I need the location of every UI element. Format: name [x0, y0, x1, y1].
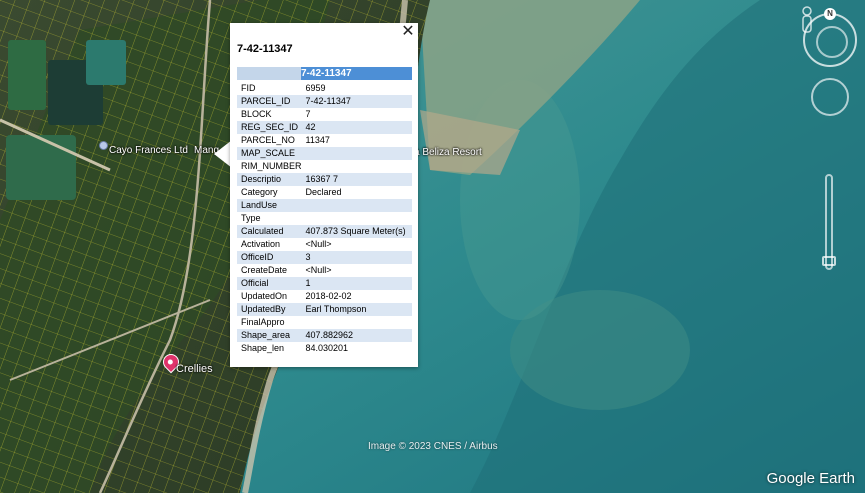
- attribute-value: [302, 316, 412, 329]
- attribute-value: [302, 199, 412, 212]
- place-label-cayo[interactable]: Cayo Frances Ltd: [109, 145, 188, 156]
- attribute-key: FinalAppro: [241, 317, 285, 327]
- table-row: PARCEL_ID 7-42-11347: [237, 95, 412, 108]
- north-indicator[interactable]: N: [824, 8, 836, 20]
- satellite-map[interactable]: Cayo Frances Ltd Mang a Beliza Resort Cr…: [0, 0, 865, 493]
- tilt-control-icon[interactable]: [811, 78, 849, 116]
- table-row: OfficeID 3: [237, 251, 412, 264]
- attribute-key: BLOCK: [241, 109, 272, 119]
- table-row: Descriptio 16367 7: [237, 173, 412, 186]
- table-row: FinalAppro: [237, 316, 412, 329]
- attribute-value: 3: [305, 252, 311, 262]
- attribute-value: [302, 212, 412, 225]
- place-marker-icon[interactable]: [99, 141, 108, 150]
- attribute-key: LandUse: [241, 200, 278, 210]
- attribute-value: <Null>: [305, 265, 332, 275]
- table-row: BLOCK 7: [237, 108, 412, 121]
- table-row: PARCEL_NO 11347: [237, 134, 412, 147]
- table-row: Type: [237, 212, 412, 225]
- table-row: REG_SEC_ID 42: [237, 121, 412, 134]
- attribute-value: Declared: [305, 187, 342, 197]
- attribute-value: 407.882962: [305, 330, 354, 340]
- satellite-imagery: [0, 0, 865, 493]
- navigation-controls: N: [800, 6, 860, 276]
- table-row: LandUse: [237, 199, 412, 212]
- attribute-key: Activation: [241, 239, 281, 249]
- place-label-beliza[interactable]: a Beliza Resort: [414, 147, 482, 158]
- compass-ring-inner: [816, 26, 848, 58]
- parcel-info-popup: 7-42-11347 ✕ 7-42-11347 FID 6959 PARCEL_ID…: [230, 23, 418, 367]
- table-row: CreateDate <Null>: [237, 264, 412, 277]
- attribute-value: 16367 7: [305, 174, 339, 184]
- attribute-key: UpdatedBy: [241, 304, 286, 314]
- attribute-value: 2018-02-02: [305, 291, 352, 301]
- attribute-key: REG_SEC_ID: [241, 122, 299, 132]
- table-row: RIM_NUMBER: [237, 160, 412, 173]
- attribute-value: Earl Thompson: [305, 304, 367, 314]
- attribute-key: Official: [241, 278, 269, 288]
- imagery-credit: Image © 2023 CNES / Airbus: [368, 441, 498, 452]
- attribute-table: FID 6959 PARCEL_ID 7-42-11347 BLOCK 7 REG_SEC_…: [237, 82, 412, 355]
- attribute-key: PARCEL_NO: [241, 135, 295, 145]
- attribute-value: [302, 147, 412, 160]
- attribute-key: CreateDate: [241, 265, 288, 275]
- table-row: Shape_len 84.030201: [237, 342, 412, 355]
- table-row: UpdatedOn 2018-02-02: [237, 290, 412, 303]
- table-row: FID 6959: [237, 82, 412, 95]
- attribute-key: PARCEL_ID: [241, 96, 291, 106]
- table-row: Category Declared: [237, 186, 412, 199]
- google-earth-logo: Google Earth: [766, 470, 855, 487]
- attribute-key: Type: [241, 213, 261, 223]
- table-row: Activation <Null>: [237, 238, 412, 251]
- attribute-value: <Null>: [305, 239, 332, 249]
- attribute-key: Calculated: [241, 226, 284, 236]
- attribute-key: FID: [241, 83, 256, 93]
- popup-title: 7-42-11347: [237, 43, 293, 55]
- attribute-key: UpdatedOn: [241, 291, 288, 301]
- zoom-slider-handle[interactable]: [822, 256, 836, 266]
- header-blank-cell: [237, 67, 301, 80]
- attribute-key: MAP_SCALE: [241, 148, 296, 158]
- street-view-pegman-icon[interactable]: [800, 6, 814, 34]
- table-row: UpdatedBy Earl Thompson: [237, 303, 412, 316]
- table-row: Shape_area 407.882962: [237, 329, 412, 342]
- attribute-key: Descriptio: [241, 174, 282, 184]
- attribute-key: Shape_len: [241, 343, 285, 353]
- table-row: MAP_SCALE: [237, 147, 412, 160]
- attribute-key: RIM_NUMBER: [241, 161, 302, 171]
- attribute-key: Category: [241, 187, 278, 197]
- close-icon[interactable]: ✕: [401, 24, 415, 40]
- attribute-key: OfficeID: [241, 252, 274, 262]
- attribute-value: [302, 160, 412, 173]
- attribute-value: 42: [305, 122, 316, 132]
- attribute-value: 7-42-11347: [305, 96, 351, 106]
- table-row: Calculated 407.873 Square Meter(s): [237, 225, 412, 238]
- table-row: Official 1: [237, 277, 412, 290]
- attribute-key: Shape_area: [241, 330, 291, 340]
- place-label-crellies[interactable]: Crellies: [176, 363, 213, 375]
- attribute-value: 6959: [305, 83, 326, 93]
- attribute-table-header: 7-42-11347: [237, 67, 412, 80]
- header-parcel-value: 7-42-11347: [301, 68, 352, 79]
- attribute-value: 7: [305, 109, 311, 119]
- attribute-value: 11347: [305, 135, 330, 145]
- attribute-value: 407.873 Square Meter(s): [305, 226, 406, 236]
- attribute-value: 84.030201: [305, 343, 349, 353]
- attribute-value: 1: [305, 278, 311, 288]
